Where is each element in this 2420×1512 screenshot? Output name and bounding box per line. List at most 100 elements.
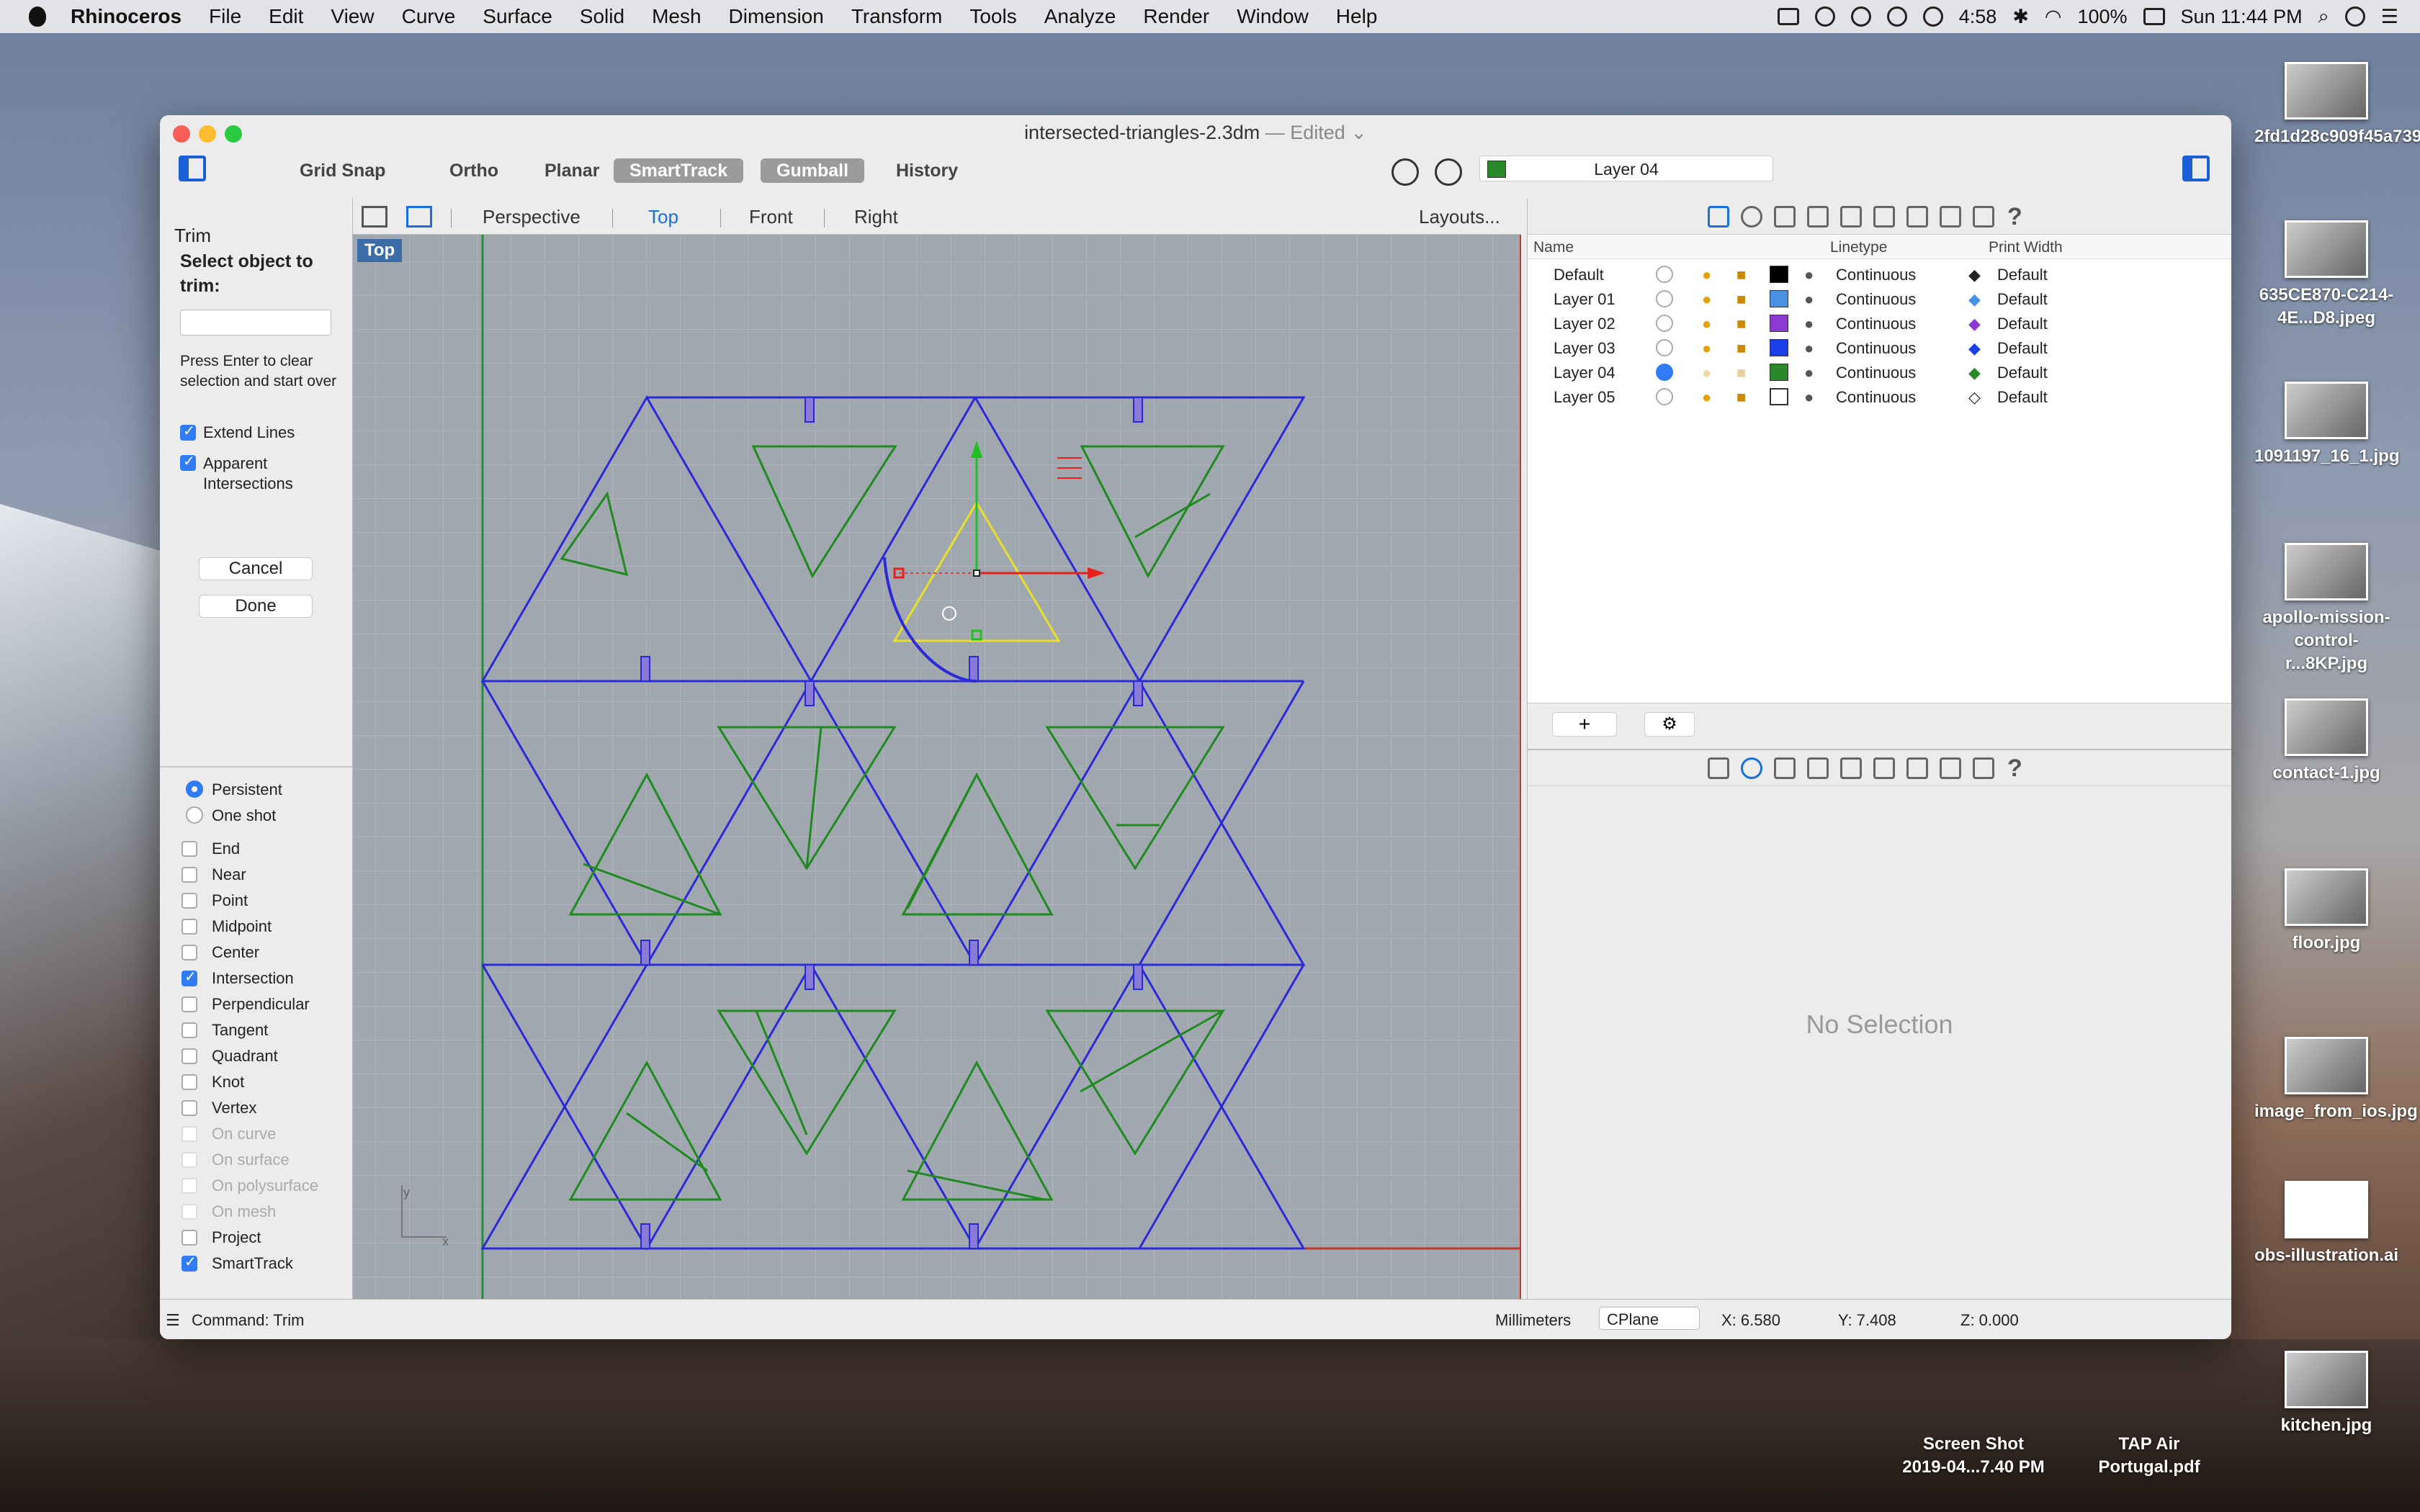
desktop-file[interactable]: apollo-mission-control-r...8KP.jpg	[2254, 543, 2398, 675]
lock-icon[interactable]: ■	[1736, 388, 1746, 407]
current-layer-radio[interactable]	[1656, 364, 1673, 381]
layer-color-swatch[interactable]	[1770, 266, 1788, 283]
properties-tab-icon[interactable]	[1741, 206, 1762, 228]
clock[interactable]: Sun 11:44 PM	[2181, 6, 2303, 28]
status-icon-5[interactable]	[1922, 6, 1943, 27]
document-tab-icon[interactable]	[1774, 206, 1796, 228]
current-layer-radio[interactable]	[1656, 266, 1673, 283]
osnap-oneshot-radio[interactable]	[186, 806, 203, 824]
lock-icon[interactable]: ■	[1736, 315, 1746, 333]
extend-lines-checkbox[interactable]	[180, 422, 196, 441]
single-viewport-icon[interactable]	[406, 206, 432, 228]
lightbulb-icon[interactable]: ●	[1702, 315, 1711, 333]
print-color-swatch[interactable]: ◆	[1968, 339, 1981, 358]
document-tab-icon[interactable]	[1774, 757, 1796, 779]
desktop-file[interactable]: contact-1.jpg	[2254, 698, 2398, 785]
osnap-icon[interactable]	[1435, 158, 1462, 186]
layouts-button[interactable]: Layouts...	[1419, 206, 1500, 228]
column-print-width[interactable]: Print Width	[1989, 239, 2063, 256]
four-viewports-icon[interactable]	[362, 206, 387, 228]
layer-row[interactable]: Layer 03 ● ■ ● Continuous ◆ Default	[1528, 336, 2231, 360]
monitor-tab-icon[interactable]	[1973, 757, 1994, 779]
monitor-tab-icon[interactable]	[1973, 206, 1994, 228]
menu-curve[interactable]: Curve	[402, 5, 456, 28]
lightbulb-icon[interactable]: ●	[1702, 364, 1711, 382]
camera-tab-icon[interactable]	[1840, 206, 1862, 228]
lock-icon[interactable]: ■	[1736, 364, 1746, 382]
properties-tab-icon[interactable]	[1741, 757, 1762, 779]
wifi-icon[interactable]: ◠	[2045, 6, 2062, 28]
left-sidebar-toggle-icon[interactable]	[179, 156, 206, 181]
column-name[interactable]: Name	[1533, 239, 1574, 256]
menu-window[interactable]: Window	[1237, 5, 1309, 28]
layer-color-swatch[interactable]	[1770, 290, 1788, 307]
menu-surface[interactable]: Surface	[483, 5, 552, 28]
layer-color-swatch[interactable]	[1770, 315, 1788, 332]
smarttrack-toggle[interactable]: SmartTrack	[614, 158, 744, 183]
lightbulb-icon[interactable]: ●	[1702, 388, 1711, 407]
layer-print-width[interactable]: Default	[1997, 290, 2048, 309]
material-icon[interactable]: ●	[1804, 290, 1814, 309]
layers-tab-icon[interactable]	[1708, 206, 1729, 228]
cplane-dropdown[interactable]: CPlane	[1599, 1307, 1700, 1330]
osnap-midpoint-checkbox[interactable]	[182, 919, 197, 935]
apparent-intersections-checkbox[interactable]	[180, 452, 196, 471]
current-layer-radio[interactable]	[1656, 290, 1673, 307]
layer-linetype[interactable]: Continuous	[1836, 364, 1916, 382]
display-tab-icon[interactable]	[1940, 206, 1961, 228]
layer-color-swatch[interactable]	[1770, 339, 1788, 356]
desktop-file[interactable]: 635CE870-C214-4E...D8.jpeg	[2254, 220, 2398, 330]
desktop-file[interactable]: 2fd1d28c909f45a739c8fe...8518.jpg	[2254, 62, 2420, 148]
help-icon[interactable]: ?	[2007, 755, 2022, 783]
lightbulb-icon[interactable]: ●	[1702, 290, 1711, 309]
print-color-swatch[interactable]: ◆	[1968, 266, 1981, 284]
tab-right[interactable]: Right	[854, 206, 898, 228]
layer-row[interactable]: Layer 02 ● ■ ● Continuous ◆ Default	[1528, 311, 2231, 336]
print-color-swatch[interactable]: ◆	[1968, 364, 1981, 382]
right-sidebar-toggle-icon[interactable]	[2182, 156, 2210, 181]
lightbulb-icon[interactable]: ●	[1702, 339, 1711, 358]
materials-tab-icon[interactable]	[1807, 757, 1829, 779]
close-window-button[interactable]	[173, 125, 190, 143]
osnap-perpendicular-checkbox[interactable]	[182, 996, 197, 1012]
osnap-smarttrack-checkbox[interactable]	[182, 1253, 197, 1272]
lock-icon[interactable]: ■	[1736, 339, 1746, 358]
material-icon[interactable]: ●	[1804, 388, 1814, 407]
layer-row[interactable]: Layer 05 ● ■ ● Continuous ◇ Default	[1528, 384, 2231, 409]
layer-linetype[interactable]: Continuous	[1836, 315, 1916, 333]
material-icon[interactable]: ●	[1804, 339, 1814, 358]
command-input[interactable]	[180, 310, 331, 336]
tab-perspective[interactable]: Perspective	[483, 206, 581, 228]
textures-tab-icon[interactable]	[1873, 757, 1895, 779]
help-icon[interactable]: ?	[2007, 203, 2022, 231]
menu-solid[interactable]: Solid	[580, 5, 624, 28]
units-label[interactable]: Millimeters	[1495, 1311, 1571, 1330]
siri-icon[interactable]	[2344, 6, 2365, 27]
battery-icon[interactable]	[2143, 8, 2165, 25]
done-button[interactable]: Done	[199, 595, 313, 618]
layer-linetype[interactable]: Continuous	[1836, 339, 1916, 358]
desktop-file[interactable]: kitchen.jpg	[2254, 1351, 2398, 1437]
layer-print-width[interactable]: Default	[1997, 388, 2048, 407]
current-layer-radio[interactable]	[1656, 339, 1673, 356]
layer-linetype[interactable]: Continuous	[1836, 266, 1916, 284]
osnap-tangent-checkbox[interactable]	[182, 1022, 197, 1038]
planar-toggle[interactable]: Planar	[529, 158, 615, 183]
layer-linetype[interactable]: Continuous	[1836, 290, 1916, 309]
edited-indicator[interactable]: — Edited ⌄	[1265, 122, 1367, 143]
zoom-window-button[interactable]	[225, 125, 242, 143]
command-line[interactable]: Command: Trim	[192, 1311, 304, 1330]
layer-row[interactable]: Layer 01 ● ■ ● Continuous ◆ Default	[1528, 287, 2231, 311]
desktop-file[interactable]: TAP Air Portugal.pdf	[2077, 1433, 2221, 1479]
desktop-file[interactable]: obs-illustration.ai	[2254, 1181, 2398, 1267]
minimize-window-button[interactable]	[199, 125, 216, 143]
osnap-near-checkbox[interactable]	[182, 867, 197, 883]
materials-tab-icon[interactable]	[1807, 206, 1829, 228]
print-color-swatch[interactable]: ◆	[1968, 315, 1981, 333]
current-layer-dropdown[interactable]: Layer 04	[1479, 156, 1773, 181]
menu-tools[interactable]: Tools	[969, 5, 1016, 28]
layer-print-width[interactable]: Default	[1997, 364, 2048, 382]
top-viewport[interactable]: y x Top	[353, 235, 1521, 1299]
menu-file[interactable]: File	[209, 5, 241, 28]
layer-print-width[interactable]: Default	[1997, 339, 2048, 358]
